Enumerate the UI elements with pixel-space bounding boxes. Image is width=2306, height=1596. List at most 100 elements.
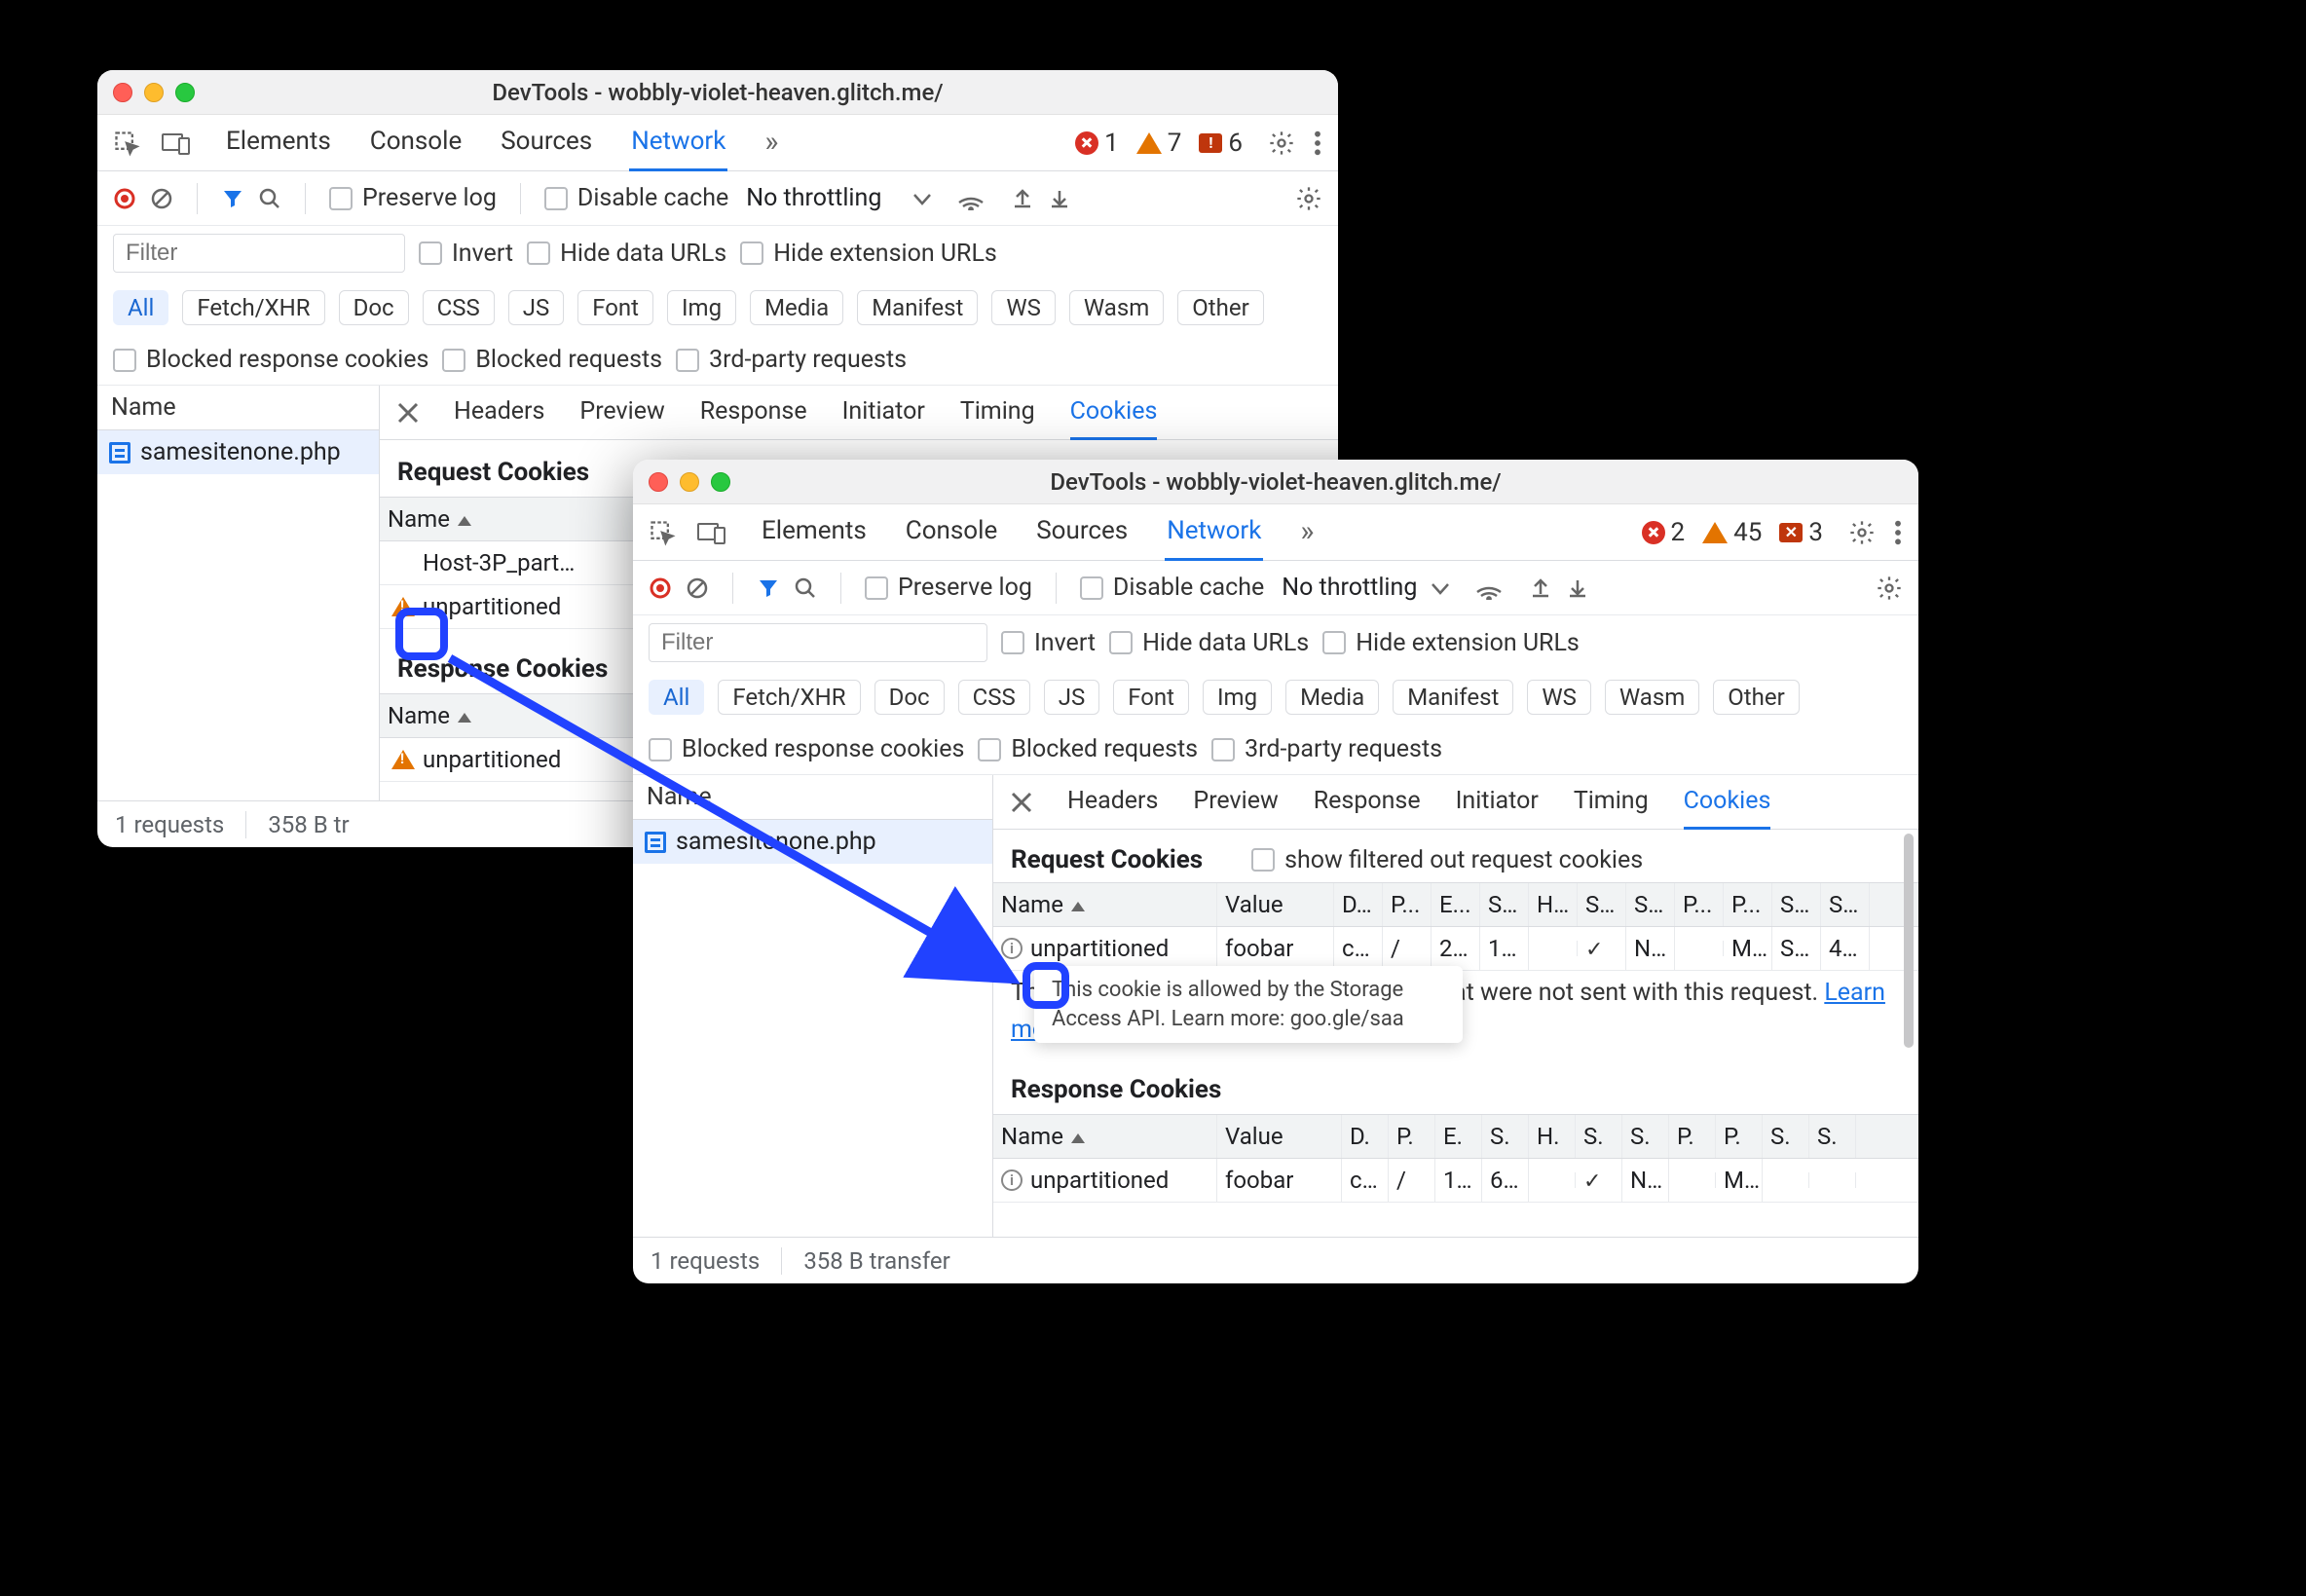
gear-icon[interactable] bbox=[1268, 130, 1295, 157]
network-conditions-icon[interactable] bbox=[1474, 576, 1504, 600]
record-button[interactable] bbox=[649, 576, 672, 600]
clear-button[interactable] bbox=[686, 576, 709, 600]
search-icon[interactable] bbox=[258, 187, 281, 210]
third-party-requests-checkbox[interactable]: 3rd-party requests bbox=[1211, 735, 1442, 763]
throttling-dropdown[interactable]: No throttling bbox=[1282, 574, 1448, 602]
hide-data-urls-checkbox[interactable]: Hide data URLs bbox=[1109, 629, 1309, 657]
tab-sources[interactable]: Sources bbox=[499, 115, 594, 171]
close-window-button[interactable] bbox=[113, 83, 132, 102]
blocked-requests-checkbox[interactable]: Blocked requests bbox=[978, 735, 1198, 763]
inspect-icon[interactable] bbox=[113, 130, 140, 157]
type-chip-wasm[interactable]: Wasm bbox=[1069, 290, 1164, 325]
more-tabs-button[interactable]: » bbox=[1298, 504, 1316, 561]
table-row[interactable]: i unpartitioned foobar c… / 1… 6… N… M… bbox=[993, 1159, 1918, 1203]
invert-checkbox[interactable]: Invert bbox=[1001, 629, 1096, 657]
blocked-response-cookies-checkbox[interactable]: Blocked response cookies bbox=[649, 735, 964, 763]
type-chip-font[interactable]: Font bbox=[1113, 680, 1189, 715]
subtab-cookies[interactable]: Cookies bbox=[1070, 386, 1158, 440]
device-toolbar-icon[interactable] bbox=[697, 521, 726, 544]
show-filtered-checkbox[interactable]: show filtered out request cookies bbox=[1251, 846, 1643, 874]
tab-sources[interactable]: Sources bbox=[1034, 504, 1130, 561]
network-conditions-icon[interactable] bbox=[956, 187, 986, 210]
hide-extension-urls-checkbox[interactable]: Hide extension URLs bbox=[740, 240, 997, 268]
type-chip-font[interactable]: Font bbox=[577, 290, 653, 325]
issue-counts[interactable]: 1 7 !6 bbox=[1075, 129, 1243, 158]
tab-network[interactable]: Network bbox=[1165, 504, 1263, 561]
type-chip-doc[interactable]: Doc bbox=[339, 290, 409, 325]
subtab-response[interactable]: Response bbox=[1314, 775, 1421, 830]
invert-checkbox[interactable]: Invert bbox=[419, 240, 513, 268]
type-chip-other[interactable]: Other bbox=[1713, 680, 1799, 715]
subtab-headers[interactable]: Headers bbox=[1067, 775, 1158, 830]
type-chip-fetchxhr[interactable]: Fetch/XHR bbox=[182, 290, 324, 325]
request-row[interactable]: samesitenone.php bbox=[97, 430, 379, 474]
type-chip-img[interactable]: Img bbox=[667, 290, 736, 325]
type-chip-other[interactable]: Other bbox=[1177, 290, 1263, 325]
col-value[interactable]: Value bbox=[1217, 883, 1334, 926]
inspect-icon[interactable] bbox=[649, 519, 676, 546]
network-settings-gear-icon[interactable] bbox=[1876, 575, 1903, 602]
record-button[interactable] bbox=[113, 187, 136, 210]
close-detail-button[interactable] bbox=[397, 402, 419, 424]
throttling-dropdown[interactable]: No throttling bbox=[746, 184, 930, 212]
upload-har-icon[interactable] bbox=[1011, 187, 1034, 210]
type-chip-img[interactable]: Img bbox=[1203, 680, 1272, 715]
subtab-timing[interactable]: Timing bbox=[960, 386, 1035, 440]
kebab-menu-icon[interactable] bbox=[1313, 130, 1322, 157]
col-name[interactable]: Name bbox=[993, 1115, 1217, 1158]
subtab-response[interactable]: Response bbox=[700, 386, 807, 440]
maximize-window-button[interactable] bbox=[175, 83, 195, 102]
type-chip-ws[interactable]: WS bbox=[991, 290, 1056, 325]
close-window-button[interactable] bbox=[649, 472, 668, 492]
type-chip-ws[interactable]: WS bbox=[1527, 680, 1591, 715]
type-chip-css[interactable]: CSS bbox=[958, 680, 1030, 715]
subtab-preview[interactable]: Preview bbox=[579, 386, 664, 440]
type-chip-media[interactable]: Media bbox=[750, 290, 843, 325]
hide-data-urls-checkbox[interactable]: Hide data URLs bbox=[527, 240, 726, 268]
type-chip-css[interactable]: CSS bbox=[423, 290, 495, 325]
table-row[interactable]: i unpartitioned foobar c… / 2… 1… N… M… … bbox=[993, 927, 1918, 971]
download-har-icon[interactable] bbox=[1566, 576, 1589, 600]
subtab-initiator[interactable]: Initiator bbox=[842, 386, 925, 440]
search-icon[interactable] bbox=[794, 576, 817, 600]
preserve-log-checkbox[interactable]: Preserve log bbox=[329, 184, 497, 212]
type-chip-all[interactable]: All bbox=[113, 290, 168, 325]
download-har-icon[interactable] bbox=[1048, 187, 1071, 210]
minimize-window-button[interactable] bbox=[680, 472, 699, 492]
tab-console[interactable]: Console bbox=[368, 115, 464, 171]
third-party-requests-checkbox[interactable]: 3rd-party requests bbox=[676, 346, 907, 374]
blocked-requests-checkbox[interactable]: Blocked requests bbox=[442, 346, 662, 374]
device-toolbar-icon[interactable] bbox=[162, 131, 191, 155]
maximize-window-button[interactable] bbox=[711, 472, 730, 492]
issue-counts[interactable]: 2 45 ✕3 bbox=[1642, 518, 1823, 547]
col-value[interactable]: Value bbox=[1217, 1115, 1342, 1158]
blocked-response-cookies-checkbox[interactable]: Blocked response cookies bbox=[113, 346, 428, 374]
type-chip-js[interactable]: JS bbox=[508, 290, 565, 325]
subtab-preview[interactable]: Preview bbox=[1193, 775, 1278, 830]
type-chip-fetchxhr[interactable]: Fetch/XHR bbox=[718, 680, 860, 715]
more-tabs-button[interactable]: » bbox=[762, 115, 780, 171]
scrollbar[interactable] bbox=[1902, 834, 1915, 1233]
hide-extension-urls-checkbox[interactable]: Hide extension URLs bbox=[1322, 629, 1580, 657]
kebab-menu-icon[interactable] bbox=[1893, 519, 1903, 546]
filter-input[interactable] bbox=[113, 234, 405, 273]
type-chip-manifest[interactable]: Manifest bbox=[857, 290, 978, 325]
type-chip-js[interactable]: JS bbox=[1044, 680, 1100, 715]
filter-icon[interactable] bbox=[757, 576, 780, 600]
upload-har-icon[interactable] bbox=[1529, 576, 1552, 600]
type-chip-wasm[interactable]: Wasm bbox=[1605, 680, 1699, 715]
tab-elements[interactable]: Elements bbox=[760, 504, 869, 561]
filter-icon[interactable] bbox=[221, 187, 244, 210]
close-detail-button[interactable] bbox=[1011, 792, 1032, 813]
subtab-timing[interactable]: Timing bbox=[1574, 775, 1649, 830]
type-chip-all[interactable]: All bbox=[649, 680, 704, 715]
tab-console[interactable]: Console bbox=[904, 504, 999, 561]
request-row[interactable]: samesitenone.php bbox=[633, 820, 992, 864]
subtab-cookies[interactable]: Cookies bbox=[1684, 775, 1771, 830]
preserve-log-checkbox[interactable]: Preserve log bbox=[865, 574, 1032, 602]
tab-network[interactable]: Network bbox=[629, 115, 727, 171]
disable-cache-checkbox[interactable]: Disable cache bbox=[1080, 574, 1264, 602]
tab-elements[interactable]: Elements bbox=[224, 115, 333, 171]
type-chip-media[interactable]: Media bbox=[1285, 680, 1379, 715]
type-chip-doc[interactable]: Doc bbox=[874, 680, 945, 715]
